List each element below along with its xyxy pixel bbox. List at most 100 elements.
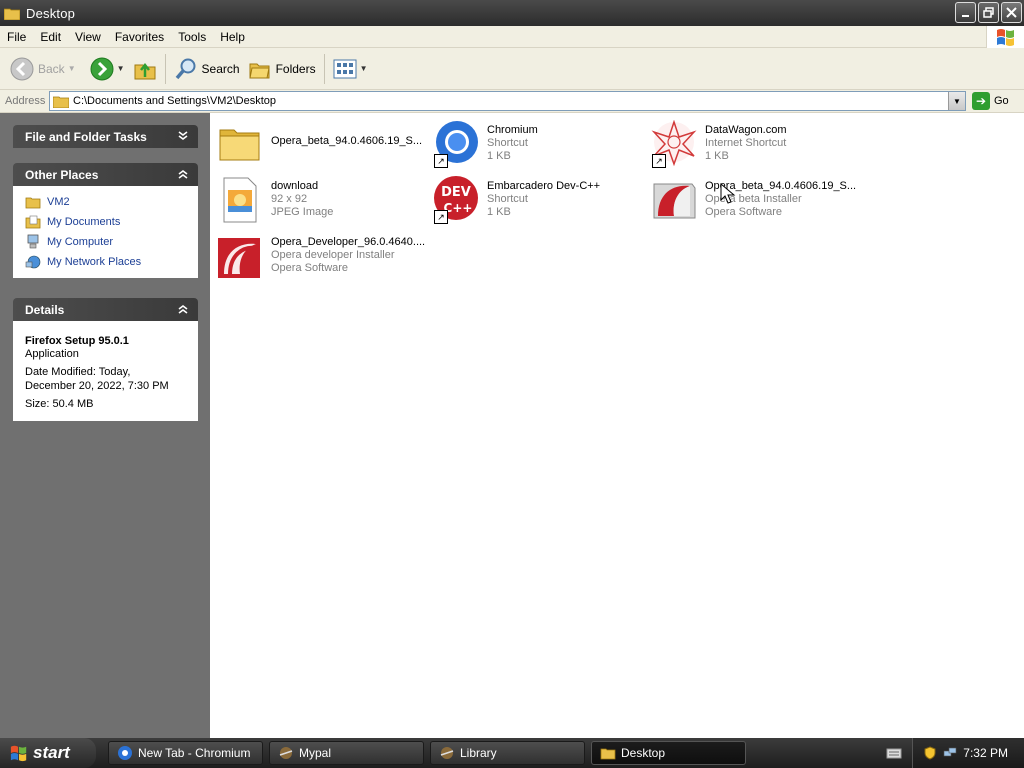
windows-flag-icon xyxy=(996,29,1014,46)
network-icon[interactable] xyxy=(943,746,957,760)
mypal-icon xyxy=(279,747,293,759)
close-button[interactable] xyxy=(1001,2,1022,23)
folder-icon xyxy=(219,129,260,161)
window-title: Desktop xyxy=(26,5,76,21)
close-icon xyxy=(1006,7,1017,18)
forward-arrow-icon xyxy=(90,57,114,80)
collapse-chevron-icon[interactable] xyxy=(176,167,190,181)
go-button[interactable]: ➔ Go xyxy=(972,92,1009,110)
folders-icon xyxy=(248,63,270,78)
taskbar-item-mypal[interactable]: Mypal xyxy=(269,741,424,765)
forward-button[interactable]: ▼ xyxy=(86,52,129,86)
clock: 7:32 PM xyxy=(963,746,1008,760)
opera-installer-icon xyxy=(653,183,696,219)
chevron-down-icon: ▼ xyxy=(953,96,961,106)
folder-icon xyxy=(600,748,616,760)
menu-help[interactable]: Help xyxy=(213,30,252,44)
windows-logo xyxy=(986,26,1024,48)
file-folder-tasks-header[interactable]: File and Folder Tasks xyxy=(13,125,198,148)
toolbar-separator xyxy=(323,53,325,84)
shortcut-arrow-icon: ↗ xyxy=(652,154,666,168)
taskbar-item-desktop[interactable]: Desktop xyxy=(591,741,746,765)
my-computer-icon xyxy=(27,234,39,249)
back-dropdown-icon[interactable]: ▼ xyxy=(68,64,76,73)
search-button[interactable]: Search xyxy=(170,52,244,86)
views-icon xyxy=(333,59,357,78)
place-my-documents[interactable]: My Documents xyxy=(25,212,186,232)
menu-view[interactable]: View xyxy=(68,30,108,44)
folders-button[interactable]: Folders xyxy=(244,52,320,86)
go-arrow-icon: ➔ xyxy=(972,92,990,110)
place-my-computer[interactable]: My Computer xyxy=(25,232,186,252)
folder-icon xyxy=(25,197,41,209)
file-item-dev-cpp[interactable]: DEV C++ ↗ Embarcadero Dev-C++ Shortcut 1… xyxy=(432,176,642,228)
task-pane: File and Folder Tasks Other Places VM2 M… xyxy=(0,113,210,738)
file-item-opera-beta-folder[interactable]: Opera_beta_94.0.4606.19_S... xyxy=(216,120,426,172)
other-places-panel: Other Places VM2 My Documents My Compute… xyxy=(13,163,198,278)
system-tray: 7:32 PM xyxy=(912,738,1024,768)
menu-favorites[interactable]: Favorites xyxy=(108,30,171,44)
back-arrow-icon xyxy=(10,57,34,80)
chromium-icon xyxy=(118,746,132,760)
details-file-type: Application xyxy=(25,348,79,360)
address-input[interactable]: C:\Documents and Settings\VM2\Desktop ▼ xyxy=(49,91,966,111)
address-value: C:\Documents and Settings\VM2\Desktop xyxy=(73,95,276,107)
svg-text:DEV: DEV xyxy=(441,185,471,200)
expand-chevron-icon[interactable] xyxy=(176,129,190,143)
place-my-network-places[interactable]: My Network Places xyxy=(25,252,186,272)
menu-tools[interactable]: Tools xyxy=(171,30,213,44)
title-bar: Desktop xyxy=(0,0,1024,26)
details-file-name: Firefox Setup 95.0.1 xyxy=(25,335,129,347)
my-documents-icon xyxy=(25,215,41,229)
views-button[interactable]: ▼ xyxy=(329,52,372,86)
up-folder-button[interactable] xyxy=(129,52,161,86)
minimize-icon xyxy=(961,14,969,17)
file-list-area[interactable]: Opera_beta_94.0.4606.19_S... ↗ Chromium … xyxy=(210,113,1024,738)
place-vm2[interactable]: VM2 xyxy=(25,192,186,212)
file-item-opera-beta-installer[interactable]: Opera_beta_94.0.4606.19_S... Opera beta … xyxy=(650,176,860,228)
file-item-opera-developer-installer[interactable]: Opera_Developer_96.0.4640.... Opera deve… xyxy=(216,232,426,284)
file-item-datawagon[interactable]: ↗ DataWagon.com Internet Shortcut 1 KB xyxy=(650,119,860,172)
windows-flag-icon xyxy=(10,745,27,762)
details-panel: Details Firefox Setup 95.0.1 Application… xyxy=(13,298,198,421)
toolbar: Back ▼ ▼ Search Folders ▼ xyxy=(0,48,1024,90)
address-label: Address xyxy=(5,95,46,107)
start-button[interactable]: start xyxy=(0,738,96,768)
taskbar: start New Tab - Chromium Mypal Library D… xyxy=(0,738,1024,768)
folder-icon xyxy=(53,96,69,108)
jpeg-image-icon xyxy=(223,177,257,223)
menu-edit[interactable]: Edit xyxy=(33,30,68,44)
menu-bar: File Edit View Favorites Tools Help xyxy=(0,26,1024,48)
file-item-download-jpeg[interactable]: download 92 x 92 JPEG Image xyxy=(216,176,426,228)
back-button[interactable]: Back ▼ xyxy=(6,52,80,86)
details-header[interactable]: Details xyxy=(13,298,198,321)
views-dropdown-icon[interactable]: ▼ xyxy=(360,64,368,73)
shortcut-arrow-icon: ↗ xyxy=(434,154,448,168)
folder-icon xyxy=(4,8,20,20)
restore-icon xyxy=(983,7,994,18)
taskbar-item-library[interactable]: Library xyxy=(430,741,585,765)
menu-file[interactable]: File xyxy=(0,30,33,44)
minimize-button[interactable] xyxy=(955,2,976,23)
toolbar-separator xyxy=(164,53,166,84)
forward-dropdown-icon[interactable]: ▼ xyxy=(117,64,125,73)
restore-button[interactable] xyxy=(978,2,999,23)
up-folder-icon xyxy=(134,62,156,79)
taskbar-item-chromium[interactable]: New Tab - Chromium xyxy=(108,741,263,765)
search-icon xyxy=(175,58,196,79)
address-bar: Address C:\Documents and Settings\VM2\De… xyxy=(0,90,1024,113)
address-dropdown-button[interactable]: ▼ xyxy=(948,92,965,110)
details-date-modified: Date Modified: Today, xyxy=(25,366,131,378)
network-places-icon xyxy=(25,255,41,269)
mouse-cursor-icon xyxy=(720,183,736,204)
library-icon xyxy=(440,747,454,759)
security-shield-icon[interactable] xyxy=(923,746,937,760)
file-item-chromium[interactable]: ↗ Chromium Shortcut 1 KB xyxy=(432,120,642,172)
details-size: Size: 50.4 MB xyxy=(25,398,94,410)
file-folder-tasks-panel: File and Folder Tasks xyxy=(13,125,198,148)
opera-developer-icon xyxy=(218,238,260,278)
other-places-header[interactable]: Other Places xyxy=(13,163,198,186)
keyboard-icon[interactable] xyxy=(886,746,902,760)
collapse-chevron-icon[interactable] xyxy=(176,302,190,316)
details-date-value: December 20, 2022, 7:30 PM xyxy=(25,380,169,392)
